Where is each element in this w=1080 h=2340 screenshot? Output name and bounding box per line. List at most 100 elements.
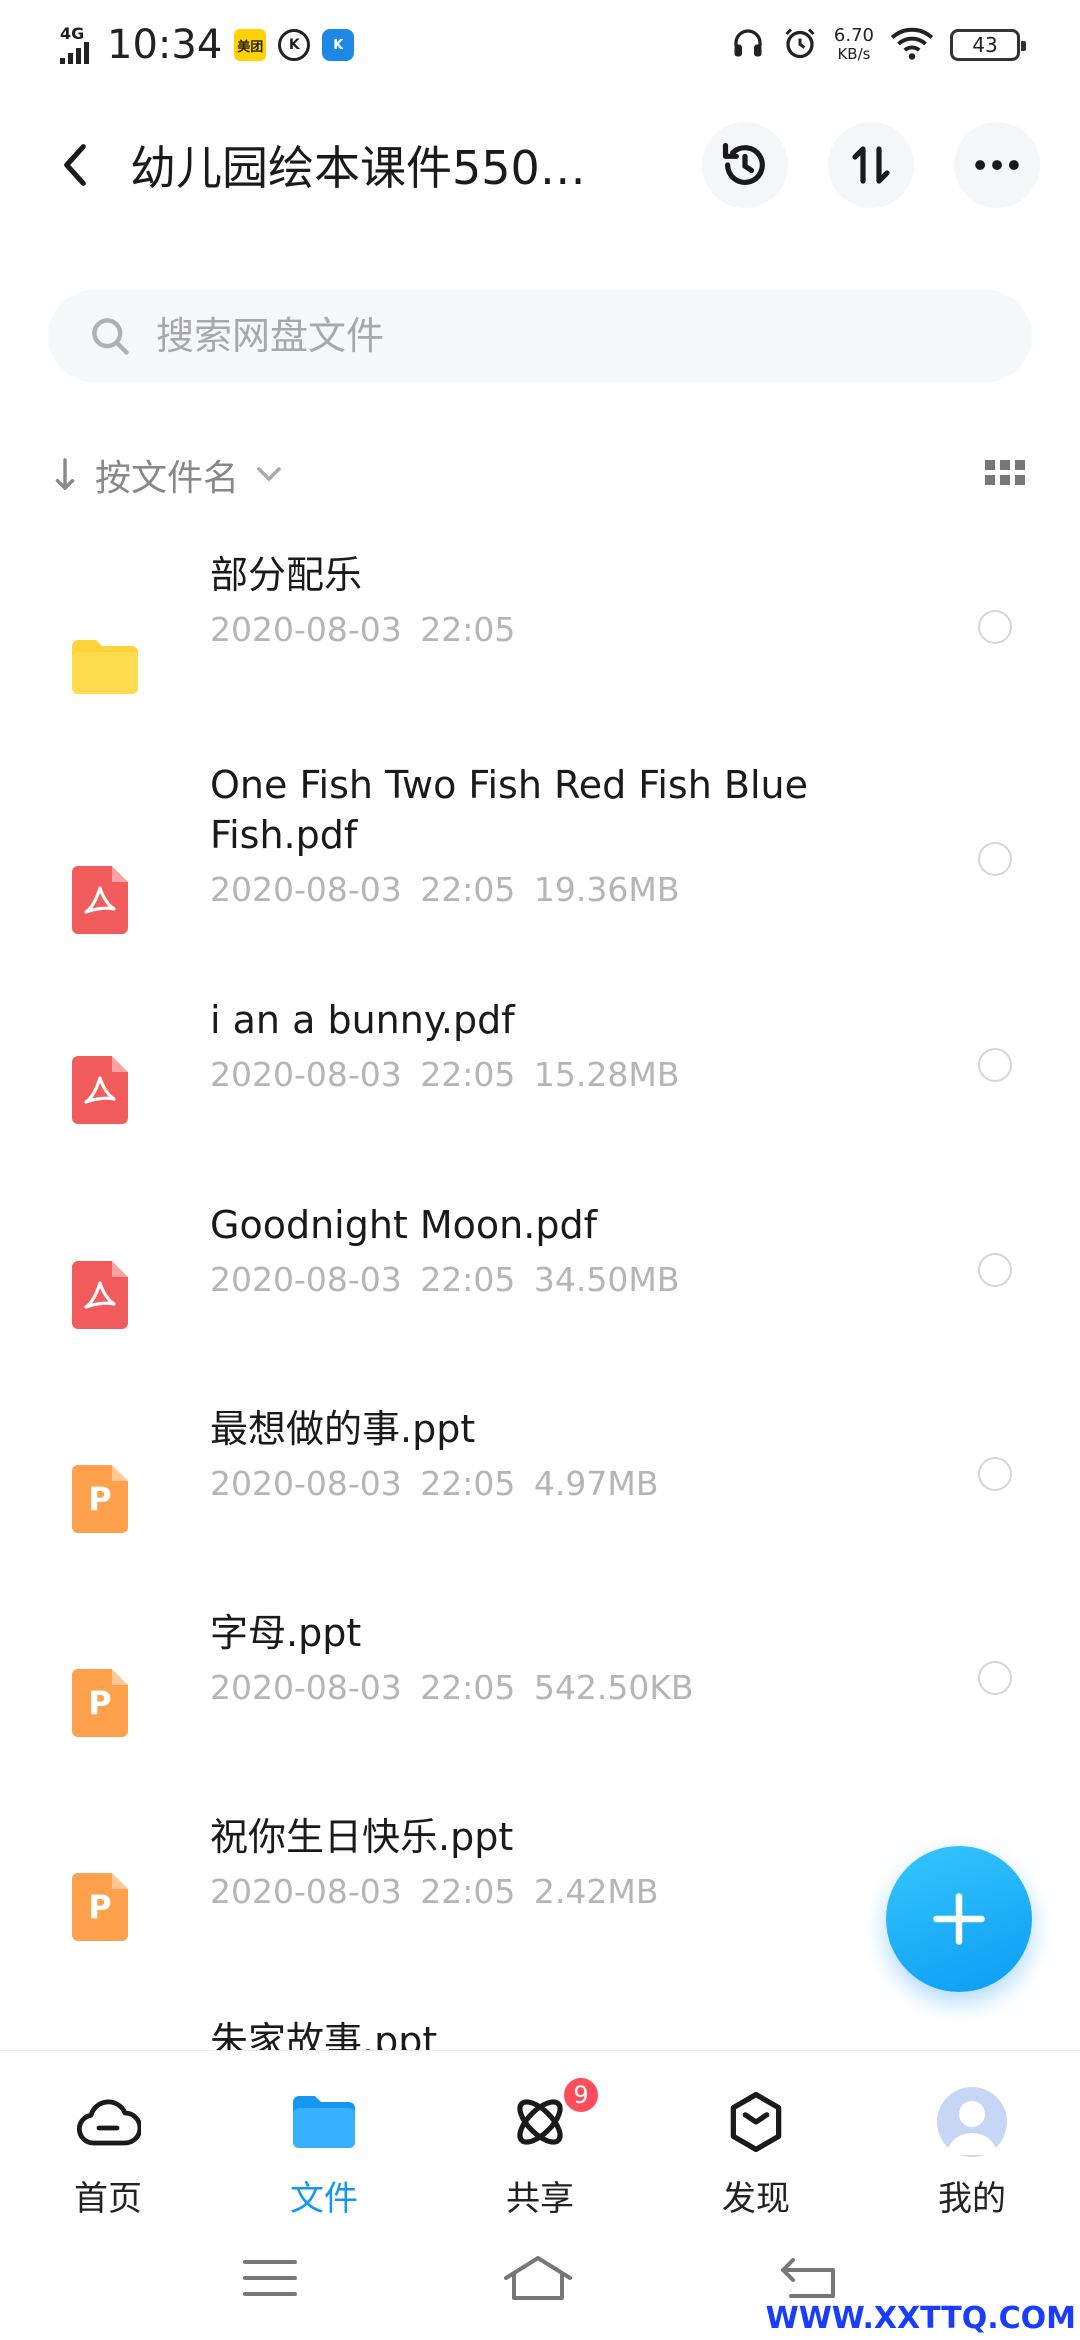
more-button[interactable]	[954, 122, 1040, 208]
file-name: 朱家故事.ppt	[210, 2019, 438, 2050]
file-size: 2.42MB	[533, 1872, 659, 1911]
ppt-letter: P	[88, 1888, 112, 1926]
file-size: 19.36MB	[533, 870, 680, 909]
select-checkbox[interactable]	[978, 1661, 1012, 1695]
grid-view-button[interactable]	[985, 460, 1025, 490]
file-size: 542.50KB	[533, 1668, 694, 1707]
cloud-icon	[73, 2087, 143, 2157]
atom-icon: 9	[505, 2075, 601, 2157]
share-count-badge: 9	[561, 2075, 601, 2115]
transfer-button[interactable]	[828, 122, 914, 208]
ppt-file-icon: P	[72, 1465, 128, 1533]
select-checkbox[interactable]	[978, 1253, 1012, 1287]
k-app-icon: K	[278, 29, 311, 61]
file-text: One Fish Two Fish Red Fish Blue Fish.pdf…	[210, 760, 870, 909]
home-icon	[503, 2256, 572, 2300]
history-button[interactable]	[702, 122, 788, 208]
cube-icon	[721, 2087, 791, 2157]
file-time: 22:05	[420, 870, 516, 909]
file-size: 4.97MB	[533, 1464, 659, 1503]
nav-profile[interactable]: 我的	[864, 2051, 1080, 2220]
signal-indicator: 4G	[60, 26, 89, 64]
ppt-letter: P	[88, 1480, 112, 1518]
file-name: 最想做的事.ppt	[210, 1407, 476, 1451]
file-date: 2020-08-03	[210, 1464, 402, 1503]
file-meta: 2020-08-03 22:05	[210, 610, 870, 649]
folder-icon	[72, 640, 138, 694]
search-input[interactable]	[156, 314, 956, 358]
list-item[interactable]: i an a bunny.pdf 2020-08-03 22:05 15.28M…	[0, 995, 1080, 1125]
wifi-icon	[890, 25, 934, 65]
signal-bars-icon	[60, 42, 89, 64]
list-item[interactable]: Goodnight Moon.pdf 2020-08-03 22:05 34.5…	[0, 1200, 1080, 1330]
back-system-button[interactable]	[779, 2256, 837, 2304]
nav-discover[interactable]: 发现	[648, 2051, 864, 2220]
nav-share[interactable]: 9 共享	[432, 2051, 648, 2220]
ppt-file-icon: P	[72, 1873, 128, 1941]
status-time: 10:34	[107, 22, 223, 68]
file-meta: 2020-08-03 22:05 15.28MB	[210, 1055, 870, 1094]
chevron-down-icon[interactable]	[257, 467, 281, 483]
file-text: 部分配乐 2020-08-03 22:05	[210, 550, 870, 649]
transfer-icon	[852, 146, 890, 184]
network-speed: 6.70 KB/s	[833, 25, 874, 64]
folder-icon	[289, 2087, 359, 2157]
sort-arrow-down-icon	[55, 458, 75, 490]
history-icon	[722, 142, 765, 185]
ppt-file-icon: P	[72, 1669, 128, 1737]
speed-value: 6.70	[833, 25, 874, 46]
select-checkbox[interactable]	[978, 1048, 1012, 1082]
bottom-nav: 首页 文件 9 共享 发现 我的	[0, 2050, 1080, 2220]
file-name: One Fish Two Fish Red Fish Blue Fish.pdf	[210, 763, 808, 857]
nav-files[interactable]: 文件	[216, 2051, 432, 2220]
file-list: 部分配乐 2020-08-03 22:05 One Fish Two Fish …	[0, 530, 1080, 2050]
search-icon	[92, 318, 129, 355]
sort-row: 按文件名	[0, 440, 1080, 510]
back-button[interactable]	[50, 135, 100, 195]
avatar	[937, 2087, 1007, 2157]
file-meta: 2020-08-03 22:05 2.42MB	[210, 1872, 870, 1911]
list-item[interactable]: One Fish Two Fish Red Fish Blue Fish.pdf…	[0, 760, 1080, 934]
add-button[interactable]	[886, 1846, 1032, 1992]
select-checkbox[interactable]	[978, 842, 1012, 876]
nav-label: 发现	[722, 2179, 790, 2219]
list-item[interactable]: P 最想做的事.ppt 2020-08-03 22:05 4.97MB	[0, 1404, 1080, 1534]
network-type: 4G	[60, 24, 85, 43]
file-meta: 2020-08-03 22:05 19.36MB	[210, 870, 870, 909]
home-button[interactable]	[502, 2254, 574, 2306]
file-time: 22:05	[420, 1872, 516, 1911]
file-name: 字母.ppt	[210, 1611, 362, 1655]
nav-label: 首页	[74, 2179, 142, 2219]
select-checkbox[interactable]	[978, 610, 1012, 644]
plus-icon	[933, 1893, 985, 1945]
sort-label[interactable]: 按文件名	[95, 449, 239, 501]
file-meta: 2020-08-03 22:05 34.50MB	[210, 1260, 870, 1299]
nav-label: 共享	[506, 2179, 574, 2219]
meituan-app-icon: 美团	[234, 29, 267, 61]
select-checkbox[interactable]	[978, 1457, 1012, 1491]
list-item[interactable]: P 字母.ppt 2020-08-03 22:05 542.50KB	[0, 1608, 1080, 1738]
file-text: 最想做的事.ppt 2020-08-03 22:05 4.97MB	[210, 1404, 870, 1503]
pdf-file-icon	[72, 1261, 128, 1329]
page-title: 幼儿园绘本课件550…	[130, 141, 586, 195]
file-size: 34.50MB	[533, 1260, 680, 1299]
file-date: 2020-08-03	[210, 870, 402, 909]
file-name: i an a bunny.pdf	[210, 998, 515, 1042]
file-text: Goodnight Moon.pdf 2020-08-03 22:05 34.5…	[210, 1200, 870, 1299]
list-item[interactable]: 部分配乐 2020-08-03 22:05	[0, 550, 1080, 694]
file-name: 祝你生日快乐.ppt	[210, 1815, 514, 1859]
file-text: 祝你生日快乐.ppt 2020-08-03 22:05 2.42MB	[210, 1812, 870, 1911]
nav-label: 文件	[290, 2179, 358, 2219]
file-name: 部分配乐	[210, 553, 363, 597]
header-actions	[702, 122, 1040, 208]
battery-level: 43	[972, 33, 998, 57]
watermark-text: WWW.XXTTQ.COM	[765, 2301, 1076, 2336]
header: 幼儿园绘本课件550…	[0, 110, 1080, 220]
menu-button[interactable]	[242, 2258, 297, 2302]
search-bar[interactable]	[48, 290, 1032, 382]
file-time: 22:05	[420, 1464, 516, 1503]
file-time: 22:05	[420, 1055, 516, 1094]
nav-home[interactable]: 首页	[0, 2051, 216, 2220]
list-item[interactable]: P 朱家故事.ppt	[0, 2016, 1080, 2050]
file-date: 2020-08-03	[210, 1872, 402, 1911]
